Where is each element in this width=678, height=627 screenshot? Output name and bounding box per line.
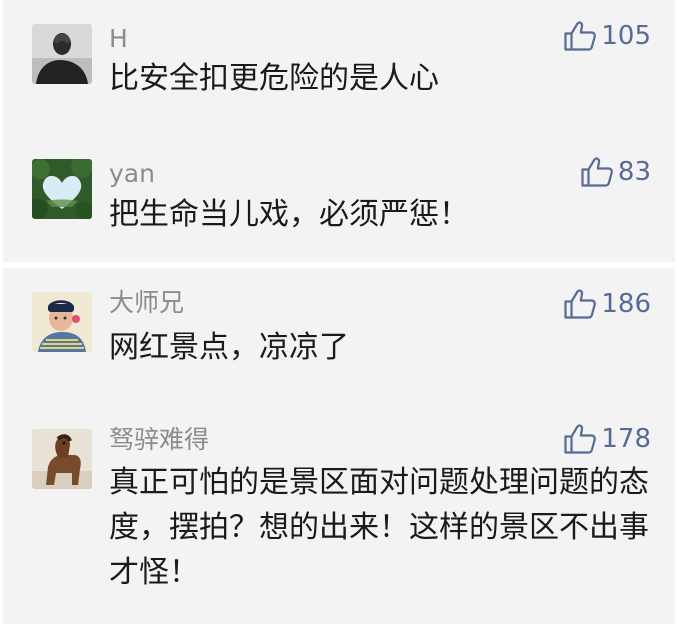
like-button[interactable]: 186	[563, 288, 651, 320]
like-count: 105	[601, 21, 651, 51]
like-button[interactable]: 83	[580, 156, 651, 188]
comment-card: H 比安全扣更危险的是人心 105 yan 把生命当儿戏，必须严惩！ 83	[3, 0, 675, 262]
like-count: 186	[601, 289, 651, 319]
hooded-figure-avatar-icon	[32, 24, 92, 84]
like-count: 178	[601, 424, 651, 454]
cartoon-man-avatar-icon	[32, 292, 92, 352]
thumbs-up-icon	[581, 157, 613, 187]
comment-text: 真正可怕的是景区面对问题处理问题的态度，摆拍？想的出来！这样的景区不出事才怪！	[109, 465, 649, 590]
like-button[interactable]: 105	[563, 20, 651, 52]
comment-text: 比安全扣更危险的是人心	[109, 61, 439, 96]
thumbs-up-icon	[564, 21, 597, 51]
comment-author[interactable]: 驽骍难得	[109, 425, 209, 455]
thumbs-up-icon	[564, 289, 597, 319]
comment-author[interactable]: H	[109, 24, 128, 54]
avatar[interactable]	[32, 429, 92, 489]
like-count: 83	[617, 157, 651, 187]
avatar[interactable]	[32, 24, 92, 84]
comment-author[interactable]: yan	[109, 159, 155, 189]
avatar[interactable]	[32, 292, 92, 352]
comment-author[interactable]: 大师兄	[109, 288, 184, 318]
comment-card: 大师兄 网红景点，凉凉了 186 驽骍难得 真正可怕的是景区面对问题处理问题的态…	[3, 268, 675, 624]
heart-hedge-avatar-icon	[32, 159, 92, 219]
thumbs-up-icon	[564, 424, 597, 454]
horse-avatar-icon	[32, 429, 92, 489]
comment-text: 网红景点，凉凉了	[109, 330, 349, 365]
comment-text: 把生命当儿戏，必须严惩！	[109, 197, 469, 232]
avatar[interactable]	[32, 159, 92, 219]
like-button[interactable]: 178	[563, 423, 651, 455]
